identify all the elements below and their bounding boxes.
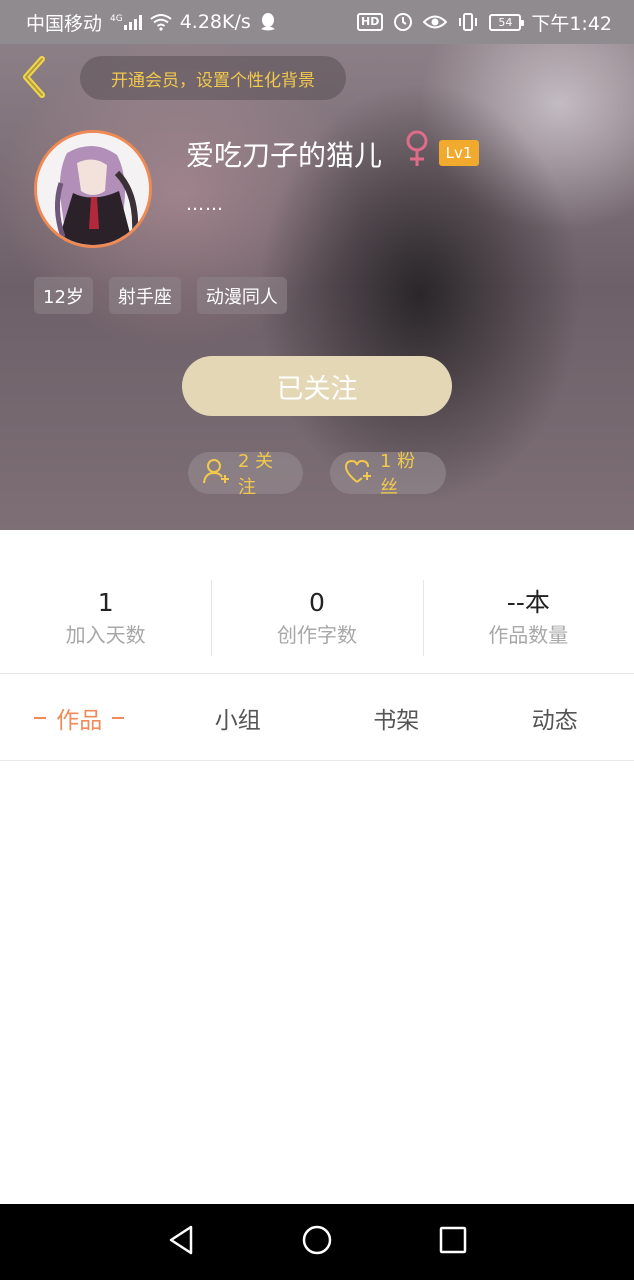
back-button[interactable]: [14, 54, 54, 104]
alarm-icon: [393, 12, 413, 32]
tab-label: 作品: [56, 708, 103, 734]
network-speed: 4.28K/s: [179, 11, 251, 33]
profile-stats: 1 加入天数 0 创作字数 --本 作品数量: [0, 580, 634, 656]
tab-indicator: [34, 717, 47, 719]
carrier-label: 中国移动: [26, 12, 103, 35]
divider: [0, 760, 634, 761]
tab-label: 动态: [531, 708, 578, 734]
interest-tag: 动漫同人: [196, 277, 287, 314]
following-button[interactable]: 2 关注: [188, 451, 303, 498]
fans-button[interactable]: 1 粉丝: [330, 451, 446, 498]
tab-activity[interactable]: 动态: [476, 676, 634, 760]
nav-back-button[interactable]: [113, 1204, 249, 1280]
follow-button[interactable]: 已关注: [182, 356, 452, 416]
hd-icon: HD: [356, 13, 384, 31]
triangle-back-icon: [167, 1224, 195, 1260]
female-icon: [402, 128, 432, 172]
level-badge: Lv1: [439, 140, 479, 166]
avatar[interactable]: [34, 130, 152, 248]
stat-word-count: 0 创作字数: [211, 580, 422, 656]
profile-header: 开通会员，设置个性化背景 爱吃刀子的猫儿 Lv1 …… 12岁 射手座 动漫同人…: [0, 44, 634, 530]
stat-value: --本: [506, 588, 550, 617]
fans-count: 1 粉丝: [380, 451, 416, 498]
tab-groups[interactable]: 小组: [159, 676, 318, 760]
tab-label: 小组: [214, 708, 261, 734]
stat-value: 1: [97, 588, 114, 617]
signal-icon: 4G: [110, 14, 142, 30]
heart-plus-icon: [344, 458, 374, 489]
network-type-label: 4G: [110, 14, 123, 24]
profile-tags: 12岁 射手座 动漫同人: [34, 277, 287, 314]
clock: 下午1:42: [531, 12, 612, 35]
nav-home-button[interactable]: [249, 1204, 385, 1280]
circle-home-icon: [301, 1224, 333, 1260]
age-tag: 12岁: [34, 277, 93, 314]
vip-background-banner[interactable]: 开通会员，设置个性化背景: [80, 56, 346, 100]
tab-label: 书架: [373, 708, 420, 734]
nav-recents-button[interactable]: [385, 1204, 521, 1280]
user-add-icon: [202, 457, 232, 490]
stat-works-count: --本 作品数量: [422, 580, 634, 656]
eye-icon: [423, 14, 448, 30]
vibrate-icon: [457, 12, 479, 32]
wifi-icon: [150, 13, 172, 31]
stat-label: 创作字数: [276, 623, 357, 647]
tab-works[interactable]: 作品: [0, 676, 159, 760]
divider: [0, 673, 634, 674]
stat-label: 作品数量: [488, 623, 569, 647]
tab-bookshelf[interactable]: 书架: [317, 676, 476, 760]
following-count: 2 关注: [238, 451, 274, 498]
square-recents-icon: [438, 1225, 468, 1259]
system-nav-bar: [0, 1204, 634, 1280]
profile-tabs: 作品 小组 书架 动态: [0, 676, 634, 760]
zodiac-tag: 射手座: [108, 277, 181, 314]
status-bar: 中国移动 4G 4.28K/s HD 54 下午1:42: [0, 0, 634, 44]
qq-icon: [259, 12, 277, 32]
tab-indicator: [112, 717, 125, 719]
battery-icon: 54: [489, 13, 525, 31]
stat-label: 加入天数: [65, 623, 146, 647]
username: 爱吃刀子的猫儿: [186, 139, 383, 172]
stat-join-days: 1 加入天数: [0, 580, 211, 656]
user-bio: ……: [186, 194, 224, 215]
stat-value: 0: [309, 588, 325, 617]
chevron-left-icon: [20, 55, 48, 103]
